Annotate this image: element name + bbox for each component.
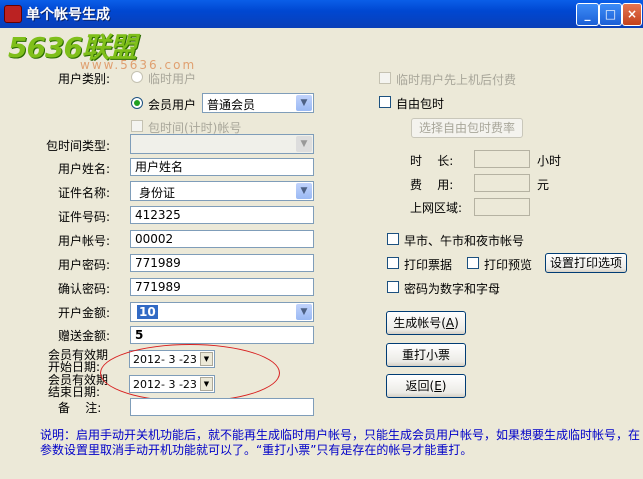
print-preview-checkbox[interactable] bbox=[467, 257, 479, 269]
fee-unit: 元 bbox=[537, 178, 550, 192]
temp-user-label: 临时用户 bbox=[148, 72, 197, 86]
choose-rate-button[interactable]: 选择自由包时费率 bbox=[411, 118, 523, 138]
time-unit: 小时 bbox=[537, 154, 562, 168]
gift-amount-label: 赠送金额: bbox=[58, 329, 111, 343]
id-number-input[interactable]: 412325 bbox=[130, 206, 314, 224]
member-level-value: 普通会员 bbox=[207, 98, 256, 112]
id-type-value: 身份证 bbox=[139, 186, 176, 200]
member-user-label: 会员用户 bbox=[148, 98, 197, 112]
print-ticket-checkbox[interactable] bbox=[387, 257, 399, 269]
temp-user-radio[interactable] bbox=[131, 71, 143, 83]
generate-account-button[interactable]: 生成帐号(A) bbox=[386, 311, 466, 335]
gift-amount-input[interactable]: 5 bbox=[130, 326, 314, 344]
user-name-label: 用户姓名: bbox=[58, 162, 111, 176]
id-type-label: 证件名称: bbox=[58, 186, 111, 200]
confirm-password-label: 确认密码: bbox=[58, 282, 111, 296]
chevron-down-icon: ▼ bbox=[296, 304, 312, 320]
generate-button-key: A bbox=[445, 316, 455, 330]
back-button-key: E bbox=[434, 379, 442, 393]
minimize-button[interactable]: _ bbox=[576, 3, 599, 26]
user-type-label: 用户类别: bbox=[58, 72, 111, 86]
back-button[interactable]: 返回(E) bbox=[386, 374, 466, 398]
timed-package-checkbox[interactable] bbox=[131, 120, 143, 132]
print-options-button[interactable]: 设置打印选项 bbox=[545, 253, 627, 273]
back-button-label: 返回 bbox=[405, 379, 430, 393]
zone-label: 上网区域: bbox=[410, 201, 463, 215]
note-text: 说明：启用手动开关机功能后，就不能再生成临时用户帐号，只能生成会员用户帐号，如果… bbox=[40, 428, 641, 457]
member-user-radio[interactable] bbox=[131, 97, 143, 109]
confirm-password-input[interactable]: 771989 bbox=[130, 278, 314, 296]
title-bar: 单个帐号生成 _ □ × bbox=[0, 0, 643, 28]
free-package-checkbox[interactable] bbox=[379, 96, 391, 108]
pwd-alnum-label: 密码为数字和字母 bbox=[404, 282, 501, 296]
password-label: 用户密码: bbox=[58, 258, 111, 272]
fee-label: 费 用: bbox=[410, 178, 454, 192]
id-type-select[interactable]: 身份证 ▼ bbox=[130, 181, 314, 201]
print-ticket-label: 打印票据 bbox=[404, 258, 453, 272]
morning-account-checkbox[interactable] bbox=[387, 233, 399, 245]
open-amount-value: 10 bbox=[137, 305, 158, 319]
app-icon bbox=[4, 5, 22, 23]
time-label: 时 长: bbox=[410, 154, 454, 168]
maximize-button[interactable]: □ bbox=[599, 3, 622, 26]
account-label: 用户帐号: bbox=[58, 234, 111, 248]
chevron-down-icon: ▼ bbox=[296, 136, 312, 152]
window-title: 单个帐号生成 bbox=[26, 7, 110, 23]
close-button[interactable]: × bbox=[622, 3, 642, 26]
generate-button-label: 生成帐号 bbox=[393, 316, 442, 330]
id-number-label: 证件号码: bbox=[58, 210, 111, 224]
chevron-down-icon: ▼ bbox=[296, 183, 312, 199]
free-package-label: 自由包时 bbox=[396, 97, 445, 111]
temp-prepay-label: 临时用户先上机后付费 bbox=[396, 73, 517, 87]
reprint-button[interactable]: 重打小票 bbox=[386, 343, 466, 367]
member-level-select[interactable]: 普通会员 ▼ bbox=[202, 93, 314, 113]
zone-input[interactable] bbox=[474, 198, 530, 216]
time-input[interactable] bbox=[474, 150, 530, 168]
password-input[interactable]: 771989 bbox=[130, 254, 314, 272]
fee-input[interactable] bbox=[474, 174, 530, 192]
open-amount-label: 开户金额: bbox=[58, 306, 111, 320]
open-amount-select[interactable]: 10 ▼ bbox=[130, 302, 314, 322]
temp-prepay-checkbox[interactable] bbox=[379, 72, 391, 84]
remark-label: 备 注: bbox=[58, 401, 102, 415]
highlight-ellipse bbox=[100, 344, 280, 402]
remark-input[interactable] bbox=[130, 398, 314, 416]
print-preview-label: 打印预览 bbox=[484, 258, 533, 272]
chevron-down-icon: ▼ bbox=[296, 95, 312, 111]
package-type-label: 包时间类型: bbox=[46, 139, 111, 153]
package-type-select[interactable]: ▼ bbox=[130, 134, 314, 154]
user-name-input[interactable]: 用户姓名 bbox=[130, 158, 314, 176]
morning-account-label: 早市、午市和夜市帐号 bbox=[404, 234, 525, 248]
account-input[interactable]: 00002 bbox=[130, 230, 314, 248]
pwd-alnum-checkbox[interactable] bbox=[387, 281, 399, 293]
